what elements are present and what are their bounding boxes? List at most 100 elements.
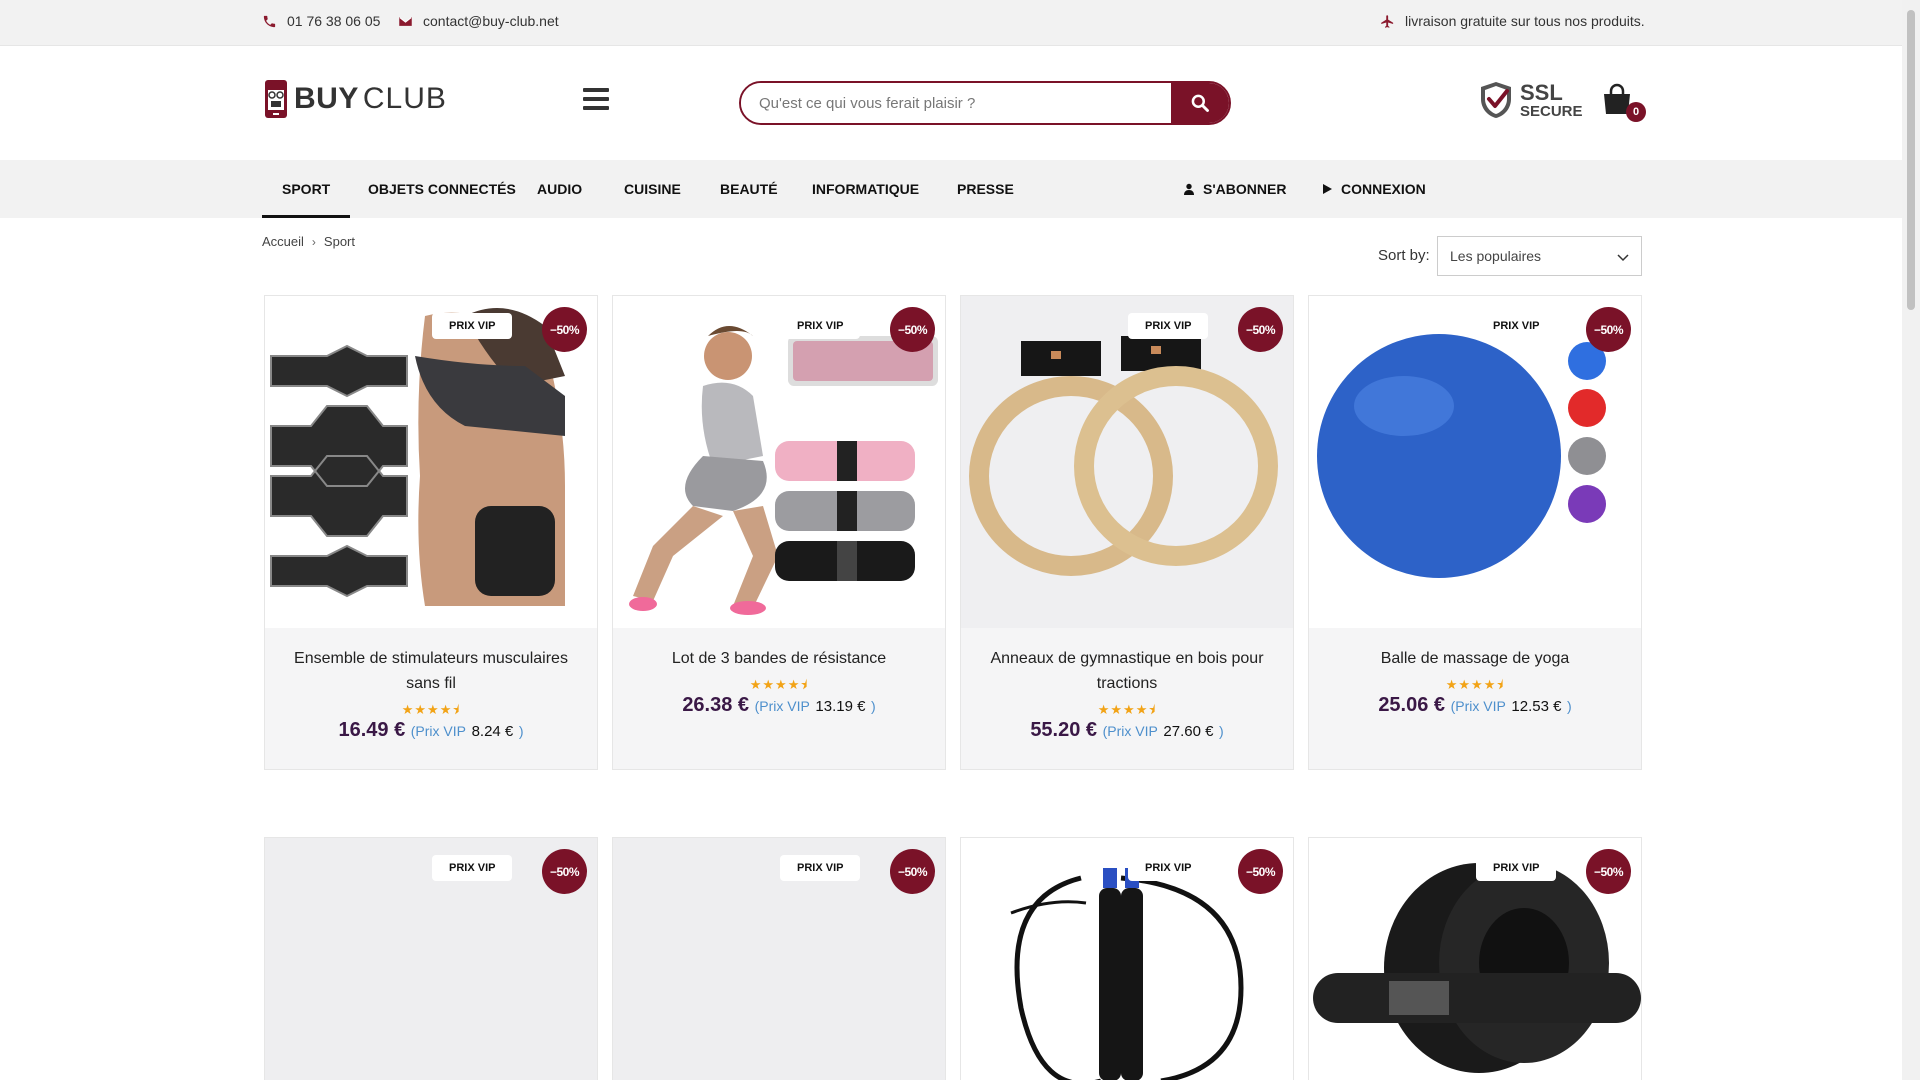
nav-item-audio[interactable]: AUDIO xyxy=(537,160,582,218)
product-info: Ensemble de stimulateurs musculaires san… xyxy=(265,628,597,744)
search-input[interactable] xyxy=(741,83,1171,123)
user-icon xyxy=(1184,183,1194,195)
discount-badge: −50% xyxy=(1238,307,1283,352)
nav-label: OBJETS CONNECTÉS xyxy=(368,181,516,197)
site-logo[interactable]: BUY CLUB xyxy=(262,78,447,120)
product-price: 55.20 € (Prix VIP 27.60 € ) xyxy=(961,718,1293,744)
discount-badge: −50% xyxy=(1586,849,1631,894)
vip-price-value: 27.60 € xyxy=(1163,723,1214,740)
product-name[interactable]: Ensemble de stimulateurs musculaires san… xyxy=(265,646,597,696)
product-image[interactable]: PRIX VIP −50% xyxy=(1309,296,1641,628)
breadcrumb: Accueil › Sport xyxy=(262,234,355,249)
envelope-icon xyxy=(399,16,412,26)
product-image[interactable]: PRIX VIP −50% xyxy=(1309,838,1641,1080)
product-card[interactable]: PRIX VIP −50% xyxy=(1308,837,1642,1080)
logo-mark-icon xyxy=(265,80,287,118)
breadcrumb-current: Sport xyxy=(323,234,355,249)
email-contact[interactable]: contact@buy-club.net xyxy=(398,13,559,29)
main-navigation: SPORT OBJETS CONNECTÉS AUDIO CUISINE BEA… xyxy=(0,160,1902,218)
product-image[interactable]: PRIX VIP −50% xyxy=(265,838,597,1080)
product-card[interactable]: PRIX VIP −50% Balle de massage de yoga ★… xyxy=(1308,295,1642,770)
vip-price-label: (Prix VIP xyxy=(1102,723,1158,739)
product-price: 25.06 € (Prix VIP 12.53 € ) xyxy=(1309,693,1641,719)
search-button[interactable] xyxy=(1171,83,1229,123)
nav-item-beaute[interactable]: BEAUTÉ xyxy=(720,160,778,218)
product-info: Balle de massage de yoga ★★★★⯨ 25.06 € (… xyxy=(1309,628,1641,719)
nav-label: PRESSE xyxy=(957,181,1014,197)
product-info: Anneaux de gymnastique en bois pour trac… xyxy=(961,628,1293,744)
product-price: 16.49 € (Prix VIP 8.24 € ) xyxy=(265,718,597,744)
discount-badge: −50% xyxy=(890,849,935,894)
vip-price-value: 12.53 € xyxy=(1511,698,1562,715)
rating-stars: ★★★★⯨ xyxy=(749,677,809,692)
scrollbar-thumb[interactable] xyxy=(1907,10,1915,310)
product-card[interactable]: PRIX VIP −50% xyxy=(264,837,598,1080)
nav-label: AUDIO xyxy=(537,181,583,197)
nav-label: SPORT xyxy=(282,181,331,197)
nav-item-sport[interactable]: SPORT xyxy=(262,160,351,218)
logo-text-club: CLUB xyxy=(362,82,447,115)
vip-badge: PRIX VIP xyxy=(780,855,861,881)
play-icon xyxy=(1323,184,1332,194)
price-main: 25.06 € xyxy=(1378,694,1446,716)
product-name[interactable]: Anneaux de gymnastique en bois pour trac… xyxy=(961,646,1293,696)
product-name[interactable]: Lot de 3 bandes de résistance xyxy=(613,646,945,671)
discount-badge: −50% xyxy=(1238,849,1283,894)
shipping-notice: livraison gratuite sur tous nos produits… xyxy=(1380,13,1645,29)
vip-price-label: (Prix VIP xyxy=(1450,698,1506,714)
search-bar xyxy=(739,81,1231,125)
phone-contact[interactable]: 01 76 38 06 05 xyxy=(262,13,380,29)
product-card[interactable]: PRIX VIP −50% Ensemble de stimulateurs m… xyxy=(264,295,598,770)
menu-toggle-icon[interactable] xyxy=(583,88,609,110)
breadcrumb-home[interactable]: Accueil xyxy=(262,234,304,249)
logo-text-buy: BUY xyxy=(294,82,359,115)
phone-text: 01 76 38 06 05 xyxy=(287,13,381,29)
cart-count-badge: 0 xyxy=(1626,102,1646,122)
ssl-label: SSL xyxy=(1520,79,1563,105)
nav-label: CUISINE xyxy=(624,181,681,197)
search-icon xyxy=(1191,94,1209,112)
product-card[interactable]: PRIX VIP −50% Lot de 3 bandes de résista… xyxy=(612,295,946,770)
page-scrollbar[interactable] xyxy=(1902,0,1920,1080)
vip-badge: PRIX VIP xyxy=(1476,313,1557,339)
product-image[interactable]: PRIX VIP −50% xyxy=(613,296,945,628)
rating-stars: ★★★★⯨ xyxy=(1445,677,1505,692)
subscribe-link[interactable]: S'ABONNER xyxy=(1183,160,1286,218)
vip-price-value: 13.19 € xyxy=(815,698,866,715)
product-name[interactable]: Balle de massage de yoga xyxy=(1309,646,1641,671)
chevron-right-icon: › xyxy=(311,234,316,249)
vip-badge: PRIX VIP xyxy=(1128,313,1209,339)
shipping-text: livraison gratuite sur tous nos produits… xyxy=(1405,13,1645,29)
price-main: 55.20 € xyxy=(1030,719,1098,741)
price-main: 16.49 € xyxy=(338,719,406,741)
vip-price-value: 8.24 € xyxy=(471,723,514,740)
nav-item-objets-connectes[interactable]: OBJETS CONNECTÉS xyxy=(368,160,516,218)
nav-item-informatique[interactable]: INFORMATIQUE xyxy=(812,160,919,218)
product-image[interactable]: PRIX VIP −50% xyxy=(265,296,597,628)
product-image[interactable]: PRIX VIP −50% xyxy=(961,838,1293,1080)
vip-badge: PRIX VIP xyxy=(432,855,513,881)
vip-price-label: (Prix VIP xyxy=(410,723,466,739)
nav-item-cuisine[interactable]: CUISINE xyxy=(624,160,681,218)
discount-badge: −50% xyxy=(1586,307,1631,352)
product-image[interactable]: PRIX VIP −50% xyxy=(961,296,1293,628)
subscribe-label: S'ABONNER xyxy=(1203,181,1287,197)
vip-badge: PRIX VIP xyxy=(780,313,861,339)
nav-item-presse[interactable]: PRESSE xyxy=(957,160,1014,218)
product-photo-gymnastic-rings xyxy=(961,296,1293,628)
price-main: 26.38 € xyxy=(682,694,750,716)
product-photo-ems-stimulator xyxy=(265,296,597,628)
product-card[interactable]: PRIX VIP −50% xyxy=(612,837,946,1080)
vip-price-close: ) xyxy=(1567,698,1572,714)
vip-price-label: (Prix VIP xyxy=(754,698,810,714)
product-card[interactable]: PRIX VIP −50% xyxy=(960,837,1294,1080)
product-photo-resistance-bands xyxy=(613,296,945,628)
sort-select[interactable]: Les populaires xyxy=(1437,236,1642,276)
cart-button[interactable]: 0 xyxy=(1600,82,1646,122)
vip-price-close: ) xyxy=(1219,723,1224,739)
vip-badge: PRIX VIP xyxy=(1128,855,1209,881)
product-card[interactable]: PRIX VIP −50% Anneaux de gymnastique en … xyxy=(960,295,1294,770)
product-image[interactable]: PRIX VIP −50% xyxy=(613,838,945,1080)
product-photo-yoga-ball xyxy=(1309,296,1641,628)
login-link[interactable]: CONNEXION xyxy=(1321,160,1426,218)
